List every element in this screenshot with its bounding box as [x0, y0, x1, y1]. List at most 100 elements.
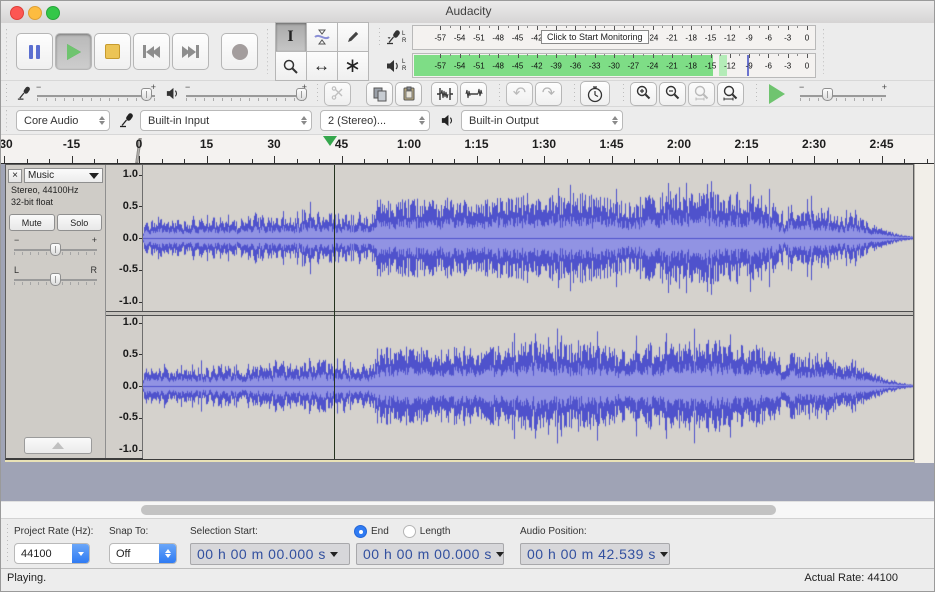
draw-tool-button[interactable] [337, 22, 369, 52]
playback-meter[interactable]: -57-54-51-48-45-42-39-36-33-30-27-24-21-… [412, 53, 816, 78]
audio-position-field[interactable]: 00 h 00 m 42.539 s [520, 543, 670, 565]
meter-toolbar-end-grip[interactable] [820, 29, 827, 75]
output-volume-thumb[interactable] [296, 88, 307, 101]
vertical-scrollbar-track[interactable] [914, 164, 935, 463]
meter-tick [518, 26, 519, 30]
waveform-area[interactable] [143, 165, 913, 459]
meter-scale-label: -18 [685, 61, 697, 70]
track-pan-thumb[interactable] [50, 273, 61, 286]
radio-end-dot-icon[interactable] [354, 525, 367, 538]
output-volume-slider[interactable]: − + [186, 86, 306, 102]
timeline-tick [477, 156, 478, 163]
timeline-label: -30 [1, 137, 13, 151]
input-volume-slider[interactable]: − + [37, 86, 155, 102]
redo-button[interactable]: ↷ [535, 82, 562, 106]
time-format-dropdown-icon[interactable] [496, 552, 504, 557]
timer-record-button[interactable] [580, 81, 610, 106]
playspeed-toolbar-grip[interactable] [753, 84, 760, 104]
horizontal-scrollbar[interactable] [1, 501, 935, 519]
pause-button[interactable] [16, 33, 53, 70]
timeline-tick [4, 156, 5, 163]
meter-scale-label: -15 [705, 33, 717, 42]
edit-toolbar-grip[interactable] [314, 84, 321, 104]
record-button[interactable] [221, 33, 258, 70]
trim-audio-button[interactable] [431, 82, 458, 106]
multi-tool-button[interactable]: ∗ [337, 51, 369, 81]
snap-to-select[interactable]: Off [109, 543, 177, 564]
playback-speed-slider[interactable]: − + [800, 86, 886, 102]
zoom-toolbar-grip[interactable] [620, 84, 627, 104]
play-button[interactable] [55, 33, 92, 70]
meter-scale-label: -54 [454, 33, 466, 42]
timeline-tick [634, 159, 635, 163]
timeline-tick [814, 156, 815, 163]
undo-button[interactable]: ↶ [506, 82, 533, 106]
input-volume-thumb[interactable] [141, 88, 152, 101]
recording-channels-select[interactable]: 2 (Stereo)... [320, 110, 430, 131]
track-gain-slider[interactable]: − + [14, 237, 97, 261]
project-rate-select[interactable]: 44100 [14, 543, 90, 564]
timer-toolbar-grip[interactable] [571, 84, 578, 104]
time-format-dropdown-icon[interactable] [330, 552, 338, 557]
radio-end[interactable]: End [354, 525, 389, 538]
fit-project-button[interactable] [717, 82, 744, 106]
selection-toolbar-grip[interactable] [4, 524, 11, 564]
selection-end-field[interactable]: 00 h 00 m 00.000 s [356, 543, 504, 565]
transport-toolbar-grip[interactable] [3, 29, 10, 75]
meter-tick-minor [546, 26, 547, 28]
recording-meter[interactable]: Click to Start Monitoring -57-54-51-48-4… [412, 25, 816, 50]
time-shift-tool-button[interactable]: ↔ [306, 51, 338, 81]
playback-meter-source[interactable]: LR [374, 56, 412, 76]
meter-tick [807, 26, 808, 30]
zoom-out-button[interactable] [659, 82, 686, 106]
device-toolbar: Core Audio Built-in Input 2 (Stereo)... … [1, 107, 935, 135]
tools-toolbar-grip[interactable] [264, 29, 271, 75]
record-meter-source[interactable]: LR [374, 28, 412, 48]
mixer-toolbar-grip[interactable] [3, 84, 10, 104]
track-close-button[interactable]: × [8, 169, 22, 183]
radio-length[interactable]: Length [403, 525, 451, 538]
undo-toolbar-grip[interactable] [496, 84, 503, 104]
copy-button[interactable] [366, 82, 393, 106]
empty-project-area[interactable] [1, 463, 935, 501]
meter-tick [460, 26, 461, 30]
track-collapse-button[interactable] [24, 437, 92, 454]
silence-audio-button[interactable] [460, 82, 487, 106]
paste-button[interactable] [395, 82, 422, 106]
meter-tick [788, 26, 789, 30]
play-at-speed-button[interactable] [762, 81, 792, 106]
time-format-dropdown-icon[interactable] [660, 552, 668, 557]
mute-button[interactable]: Mute [9, 214, 55, 231]
track-gain-thumb[interactable] [50, 243, 61, 256]
horizontal-scrollbar-thumb[interactable] [141, 505, 776, 515]
timeline-tick [567, 159, 568, 163]
track-name-menu[interactable]: Music [24, 168, 103, 183]
fit-selection-button[interactable] [688, 82, 715, 106]
stop-button[interactable] [94, 33, 131, 70]
meter-scale-label: -3 [784, 61, 791, 70]
track-pan-slider[interactable]: L R [14, 267, 97, 291]
timeline-ruler[interactable]: -30-1501530451:001:151:301:452:002:152:3… [1, 135, 935, 164]
microphone-icon [385, 29, 401, 46]
cut-button[interactable] [324, 82, 351, 106]
zoom-in-button[interactable] [630, 82, 657, 106]
skip-to-start-button[interactable] [133, 33, 170, 70]
playback-speed-thumb[interactable] [822, 88, 833, 101]
radio-length-dot-icon[interactable] [403, 525, 416, 538]
status-message: Playing. [7, 572, 46, 584]
recording-device-select[interactable]: Built-in Input [140, 110, 312, 131]
timeline-tick [364, 159, 365, 163]
selection-tool-button[interactable]: I [275, 22, 307, 52]
playback-device-value: Built-in Output [469, 115, 539, 127]
audio-host-select[interactable]: Core Audio [16, 110, 110, 131]
skip-to-end-button[interactable] [172, 33, 209, 70]
meter-tick-minor [643, 26, 644, 28]
device-toolbar-grip[interactable] [3, 110, 10, 132]
playback-device-select[interactable]: Built-in Output [461, 110, 623, 131]
zoom-tool-button[interactable] [275, 51, 307, 81]
solo-button[interactable]: Solo [57, 214, 103, 231]
envelope-tool-button[interactable] [306, 22, 338, 52]
selection-start-field[interactable]: 00 h 00 m 00.000 s [190, 543, 350, 565]
start-monitoring-button[interactable]: Click to Start Monitoring [541, 30, 649, 44]
meter-toolbar-grip[interactable] [376, 28, 383, 48]
